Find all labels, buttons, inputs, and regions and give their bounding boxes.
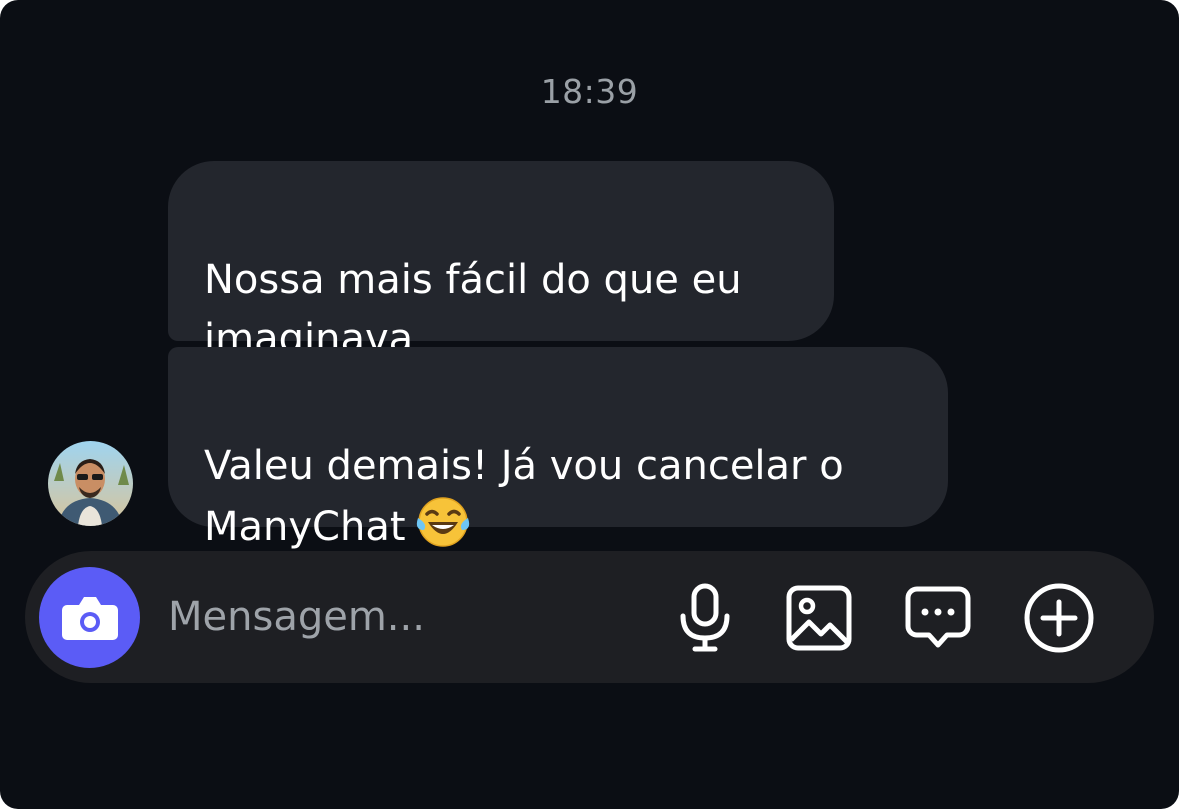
camera-button[interactable] (39, 567, 140, 668)
chat-options-button[interactable] (900, 580, 976, 656)
chat-bubble-icon (905, 586, 971, 648)
message-bubble[interactable]: Valeu demais! Já vou cancelar o ManyChat (168, 347, 948, 550)
microphone-button[interactable] (667, 580, 743, 656)
message-bubble[interactable]: Nossa mais fácil do que eu imaginava (168, 161, 834, 362)
camera-icon (61, 596, 118, 640)
avatar[interactable] (48, 441, 133, 526)
microphone-icon (680, 583, 730, 652)
message-timestamp: 18:39 (540, 72, 639, 111)
plus-circle-icon (1024, 583, 1094, 653)
add-button[interactable] (1021, 580, 1097, 656)
chat-screen: 18:39 Nossa mais fácil do que eu imagina… (0, 0, 1179, 809)
message-input[interactable] (168, 586, 628, 648)
image-button[interactable] (781, 580, 857, 656)
message-text: Valeu demais! Já vou cancelar o ManyChat (204, 443, 844, 550)
image-icon (786, 585, 852, 651)
